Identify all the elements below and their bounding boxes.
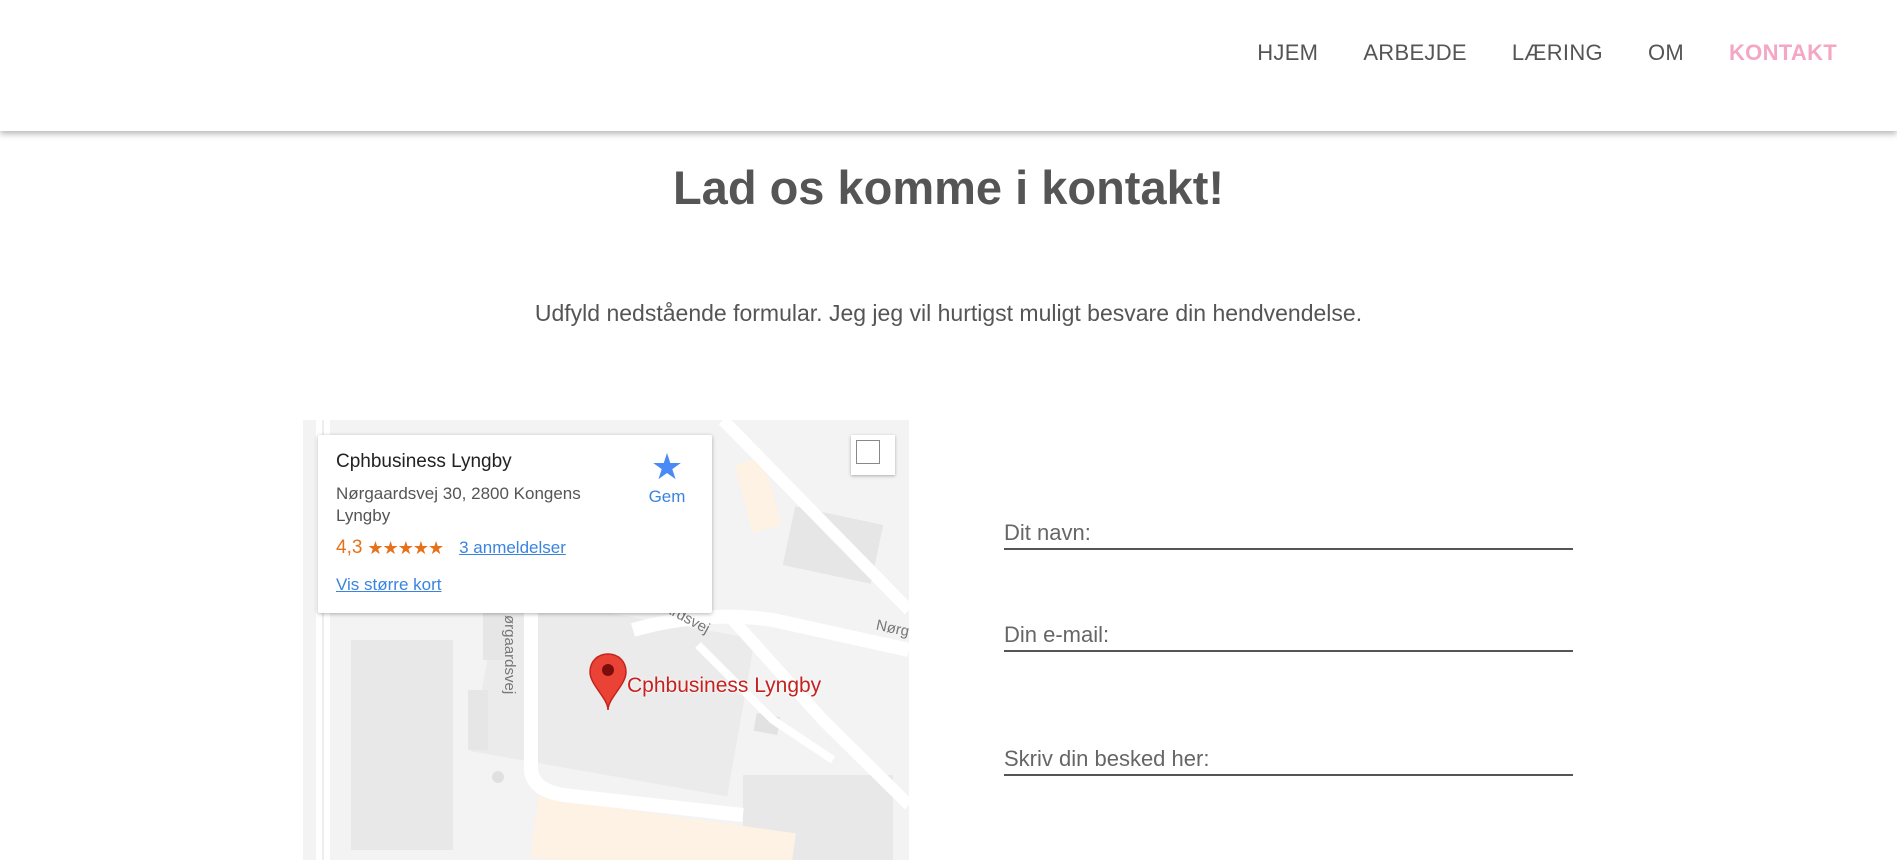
save-label: Gem	[648, 487, 686, 506]
name-field	[1004, 520, 1573, 550]
message-input[interactable]	[1004, 746, 1573, 772]
nav-item-arbejde[interactable]: ARBEJDE	[1363, 40, 1467, 66]
map-control-button[interactable]	[851, 435, 895, 475]
intro-text: Udfyld nedstående formular. Jeg jeg vil …	[534, 300, 1363, 326]
site-header: HJEM ARBEJDE LÆRING OM KONTAKT	[0, 0, 1897, 131]
map-pin-icon[interactable]	[588, 652, 628, 712]
name-input[interactable]	[1004, 520, 1573, 546]
embedded-map[interactable]: ørgaardsvej ardsvej Nørg Cphbusiness Lyn…	[303, 420, 909, 860]
reviews-link[interactable]: 3 anmeldelser	[459, 538, 566, 558]
rating-row: 4,3 ★★★★★ 3 anmeldelser	[336, 537, 694, 559]
place-name: Cphbusiness Lyngby	[336, 451, 512, 472]
nav-item-kontakt[interactable]: KONTAKT	[1729, 40, 1837, 66]
view-larger-map-link[interactable]: Vis større kort	[336, 575, 694, 595]
street-label: ørgaardsvej	[501, 615, 518, 695]
email-input[interactable]	[1004, 622, 1573, 648]
main-nav: HJEM ARBEJDE LÆRING OM KONTAKT	[1212, 40, 1837, 66]
nav-item-laering[interactable]: LÆRING	[1512, 40, 1603, 66]
star-icon: ★	[650, 446, 684, 487]
checkbox-icon	[856, 440, 880, 464]
page-title: Lad os komme i kontakt!	[672, 161, 1225, 214]
message-field	[1004, 746, 1573, 776]
place-info-card: Cphbusiness Lyngby Nørgaardsvej 30, 2800…	[318, 435, 712, 613]
rating-value: 4,3	[336, 537, 363, 558]
nav-item-hjem[interactable]: HJEM	[1257, 40, 1318, 66]
rating-stars-icon: ★★★★★	[367, 537, 444, 558]
nav-item-om[interactable]: OM	[1648, 40, 1684, 66]
email-field	[1004, 622, 1573, 652]
place-address: Nørgaardsvej 30, 2800 Kongens Lyngby	[336, 484, 581, 525]
map-pin-label: Cphbusiness Lyngby	[627, 674, 822, 697]
save-place-button[interactable]: ★ Gem	[642, 447, 692, 507]
